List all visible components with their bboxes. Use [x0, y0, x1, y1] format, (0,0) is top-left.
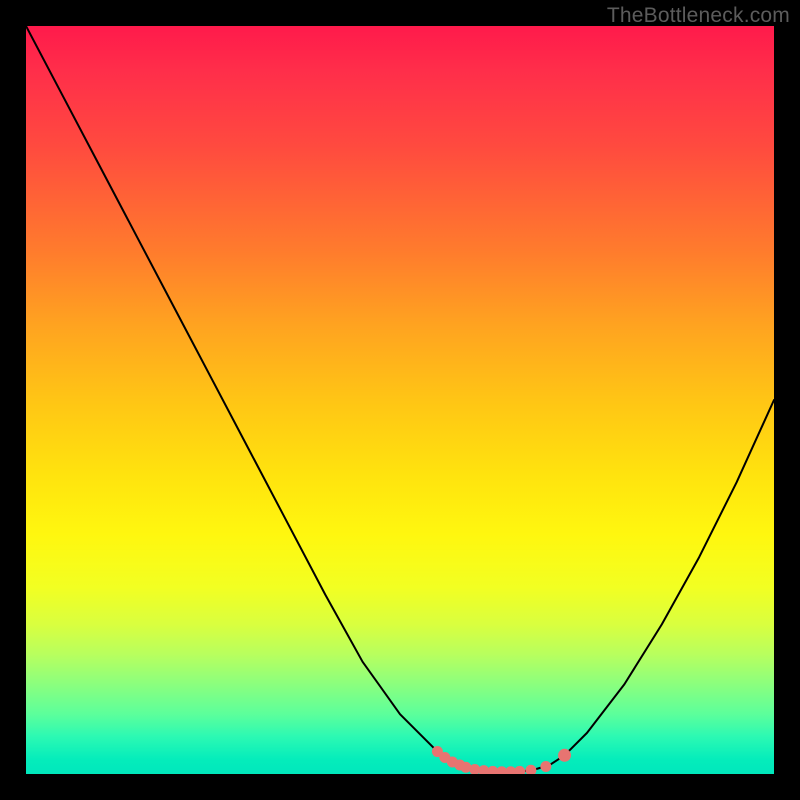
optimal-marker [506, 767, 516, 774]
optimal-marker [470, 765, 480, 774]
optimal-marker [488, 766, 498, 774]
optimal-range-markers [432, 747, 570, 774]
optimal-marker [497, 767, 507, 774]
plot-area [26, 26, 774, 774]
bottleneck-curve-line [26, 26, 774, 773]
watermark-text: TheBottleneck.com [607, 4, 790, 28]
optimal-marker [541, 762, 551, 772]
chart-svg [26, 26, 774, 774]
outer-frame: TheBottleneck.com [0, 0, 800, 800]
optimal-marker [515, 766, 525, 774]
optimal-marker [461, 762, 471, 772]
optimal-marker [479, 766, 489, 774]
optimal-marker [526, 765, 536, 774]
optimal-marker [559, 749, 571, 761]
